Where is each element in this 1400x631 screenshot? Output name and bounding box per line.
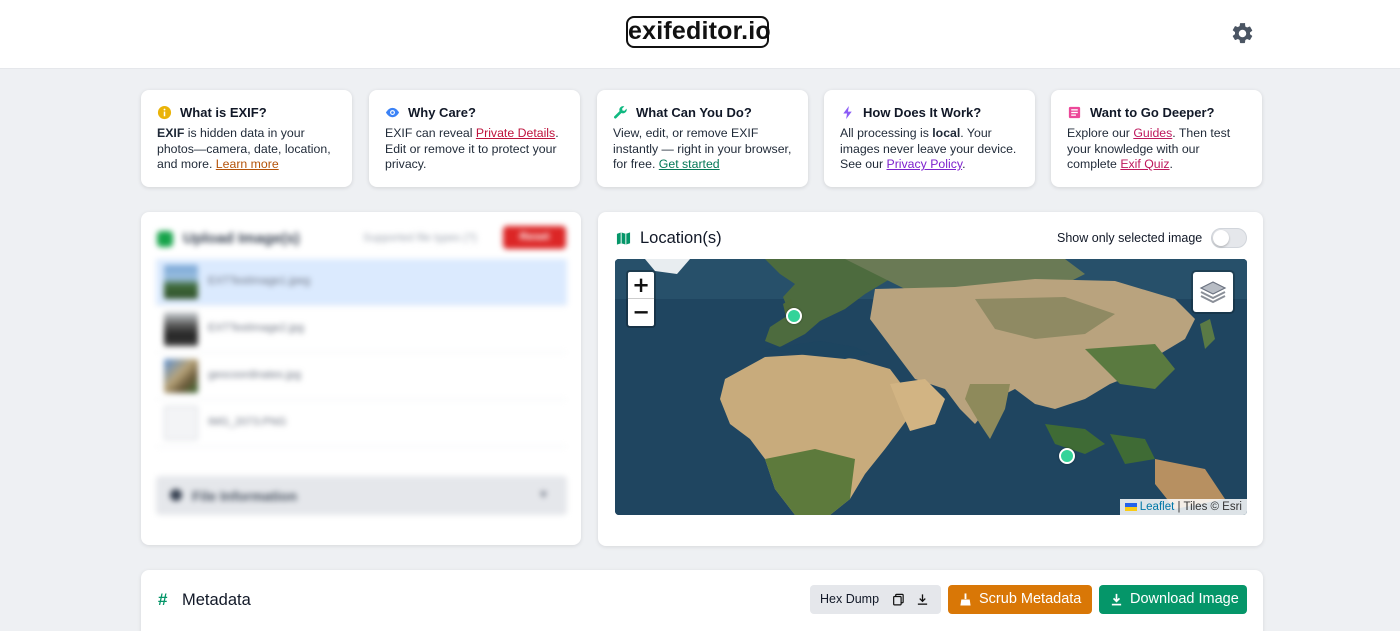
privacy-policy-link[interactable]: Privacy Policy	[887, 157, 963, 171]
copy-icon[interactable]	[892, 593, 905, 606]
supported-file-types[interactable]: Supported file types (?)	[363, 232, 477, 244]
hash-icon: #	[158, 590, 168, 609]
card-body-bold: EXIF	[157, 126, 185, 140]
zoom-control: + −	[626, 270, 656, 328]
location-panel: Location(s) Show only selected image + −…	[598, 212, 1263, 546]
show-selected-label: Show only selected image	[1057, 231, 1203, 245]
card-body: All processing is local. Your images nev…	[840, 126, 1021, 173]
scrub-metadata-label: Scrub Metadata	[979, 591, 1082, 607]
metadata-title: Metadata	[182, 591, 251, 609]
card-body-text: Explore our	[1067, 126, 1134, 140]
learn-more-link[interactable]: Learn more	[216, 157, 279, 171]
map-marker[interactable]	[786, 308, 802, 324]
satellite-map-background	[615, 259, 1247, 515]
card-title: Why Care?	[408, 104, 476, 120]
card-title: Want to Go Deeper?	[1090, 104, 1215, 120]
file-row[interactable]: EXTTestImage1.jpeg	[156, 259, 567, 306]
file-thumbnail	[164, 359, 198, 393]
zoom-out-button[interactable]: −	[628, 299, 654, 326]
file-list: EXTTestImage1.jpeg EXTTestImage2.jpg geo…	[156, 259, 567, 447]
ukraine-flag-icon	[1124, 502, 1137, 511]
info-card-want-to-go-deeper: Want to Go Deeper? Explore our Guides. T…	[1051, 90, 1262, 187]
location-title: Location(s)	[640, 229, 722, 247]
file-name: EXTTestImage1.jpeg	[208, 275, 311, 287]
map-icon	[616, 232, 631, 245]
show-selected-toggle[interactable]	[1211, 228, 1247, 248]
get-started-link[interactable]: Get started	[659, 157, 720, 171]
map-attribution: Leaflet | Tiles © Esri	[1119, 499, 1247, 515]
wrench-icon	[614, 105, 627, 119]
file-row[interactable]: geocoordinates.jpg	[156, 353, 567, 400]
tiles-attribution: | Tiles © Esri	[1174, 501, 1242, 513]
card-title: What is EXIF?	[180, 104, 267, 120]
file-thumbnail	[164, 265, 198, 299]
file-information-toggle[interactable]: File Information ▼	[156, 476, 567, 515]
download-icon	[1111, 593, 1122, 606]
scrub-metadata-button[interactable]: Scrub Metadata	[948, 585, 1092, 614]
map-marker[interactable]	[1059, 448, 1075, 464]
file-name: EXTTestImage2.jpg	[208, 322, 304, 334]
file-information-label: File Information	[192, 488, 297, 504]
file-row[interactable]: IMG_2073.PNG	[156, 400, 567, 447]
guides-link[interactable]: Guides	[1133, 126, 1172, 140]
eye-icon	[385, 107, 400, 117]
gear-icon[interactable]	[1230, 21, 1255, 46]
file-row[interactable]: EXTTestImage2.jpg	[156, 306, 567, 353]
top-bar: exifeditor.io	[0, 0, 1400, 69]
card-body-text: EXIF can reveal	[385, 126, 476, 140]
upload-panel: Upload Image(s) Supported file types (?)…	[141, 212, 581, 545]
metadata-panel: # Metadata Hex Dump Scrub Metadata Downl…	[141, 570, 1263, 631]
card-body-text: .	[1169, 157, 1173, 172]
download-icon[interactable]	[916, 593, 929, 606]
zoom-in-button[interactable]: +	[628, 272, 654, 299]
card-body: EXIF is hidden data in your photos—camer…	[157, 126, 338, 173]
toggle-knob	[1213, 230, 1229, 246]
card-body: Explore our Guides. Then test your knowl…	[1067, 126, 1248, 173]
file-thumbnail	[164, 312, 198, 346]
info-card-what-can-you-do: What Can You Do? View, edit, or remove E…	[597, 90, 808, 187]
file-thumbnail	[164, 406, 198, 440]
file-name: geocoordinates.jpg	[208, 369, 301, 381]
layers-button[interactable]	[1191, 270, 1235, 314]
logo[interactable]: exifeditor.io	[626, 16, 771, 48]
info-icon	[170, 489, 182, 501]
info-card-why-care: Why Care? EXIF can reveal Private Detail…	[369, 90, 580, 187]
card-body-text: All processing is	[840, 126, 933, 140]
layers-icon	[1199, 281, 1227, 304]
card-body-bold: local	[932, 126, 961, 140]
private-details-link[interactable]: Private Details	[476, 126, 555, 140]
card-title: What Can You Do?	[636, 104, 752, 120]
lightning-icon	[843, 105, 852, 119]
map-view[interactable]: + − Leaflet | Tiles © Esri	[615, 259, 1247, 515]
broom-icon	[960, 593, 971, 606]
exif-quiz-link[interactable]: Exif Quiz	[1120, 157, 1169, 171]
upload-title: Upload Image(s)	[183, 230, 300, 247]
chevron-down-icon: ▼	[538, 489, 549, 501]
book-icon	[1068, 106, 1081, 118]
hex-dump-group: Hex Dump	[810, 585, 941, 614]
card-body: EXIF can reveal Private Details. Edit or…	[385, 126, 566, 173]
card-body: View, edit, or remove EXIF instantly — r…	[613, 126, 794, 173]
card-body-text: .	[962, 157, 966, 172]
image-icon	[157, 231, 173, 247]
file-name: IMG_2073.PNG	[208, 416, 287, 428]
info-card-what-is-exif: What is EXIF? EXIF is hidden data in you…	[141, 90, 352, 187]
upload-panel-content: Upload Image(s) Supported file types (?)…	[141, 212, 581, 545]
reset-button[interactable]: Reset	[503, 226, 566, 249]
info-card-how-does-it-work: How Does It Work? All processing is loca…	[824, 90, 1035, 187]
download-image-button[interactable]: Download Image	[1099, 585, 1247, 614]
info-icon	[157, 105, 172, 119]
download-image-label: Download Image	[1130, 591, 1239, 607]
leaflet-link[interactable]: Leaflet	[1140, 501, 1175, 513]
card-title: How Does It Work?	[863, 104, 982, 120]
hex-dump-label: Hex Dump	[820, 592, 880, 606]
